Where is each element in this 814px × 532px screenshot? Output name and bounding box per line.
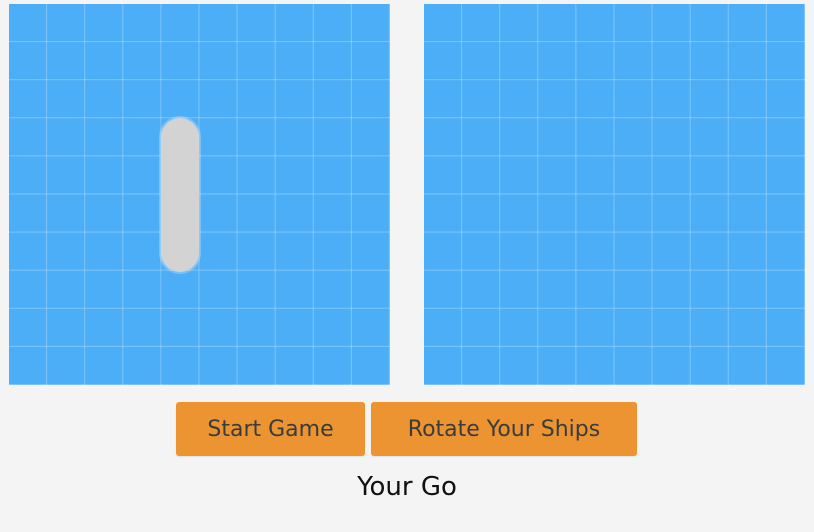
player-board[interactable] <box>9 4 390 385</box>
turn-display: Your Go <box>357 472 457 502</box>
battleship-app: Start Game Rotate Your Ships Your Go <box>0 0 814 532</box>
computer-board[interactable] <box>424 4 805 385</box>
player-ship[interactable] <box>161 118 199 272</box>
rotate-ships-button[interactable]: Rotate Your Ships <box>371 402 637 456</box>
start-game-button[interactable]: Start Game <box>176 402 365 456</box>
